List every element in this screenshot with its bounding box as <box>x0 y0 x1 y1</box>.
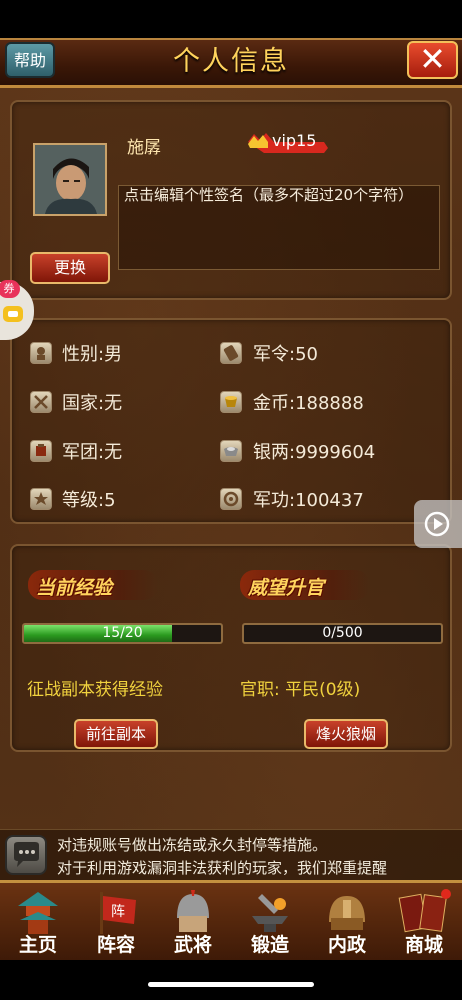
prestige-header: 威望升官 <box>248 577 325 599</box>
general-helmet-icon <box>165 888 221 936</box>
notice-line-2: 对于利用游戏漏洞非法获利的玩家，我们郑重提醒 <box>57 859 388 877</box>
player-name: 施孱 <box>127 138 161 158</box>
silver-icon <box>220 440 242 462</box>
help-button[interactable]: 帮助 <box>5 42 55 78</box>
chat-button[interactable] <box>5 835 47 875</box>
stat-nation-label: 国家:无 <box>62 393 123 414</box>
exp-progress-text: 15/20 <box>102 625 143 641</box>
gold-coin-icon <box>220 391 242 413</box>
battle-flag-icon: 阵 <box>88 888 144 936</box>
exp-hint: 征战副本获得经验 <box>27 680 163 700</box>
nav-shop[interactable]: 商城 <box>386 884 462 958</box>
stat-merit-label: 军功:100437 <box>253 490 364 511</box>
nav-lineup[interactable]: 阵 阵容 <box>78 884 154 958</box>
nation-icon <box>30 391 52 413</box>
level-star-icon <box>30 488 52 510</box>
notice-line-1: 对违规账号做出冻结或永久封停等措施。 <box>57 836 328 854</box>
stat-level-label: 等级:5 <box>62 490 116 511</box>
stat-gender-label: 性别:男 <box>62 344 123 365</box>
forge-anvil-icon <box>242 888 298 936</box>
go-dungeon-button[interactable]: 前往副本 <box>74 719 158 749</box>
nav-domestic-label: 内政 <box>327 934 366 956</box>
close-button[interactable]: ✕ <box>407 41 458 79</box>
nav-generals-label: 武将 <box>173 934 212 956</box>
home-indicator[interactable] <box>148 982 314 987</box>
coupon-badge: 券 <box>0 280 20 298</box>
army-order-icon <box>220 342 242 364</box>
stat-silver-label: 银两:9999604 <box>253 442 376 463</box>
nav-lineup-label: 阵容 <box>96 934 135 956</box>
legion-icon <box>30 440 52 462</box>
stat-legion-label: 军团:无 <box>62 442 123 463</box>
avatar[interactable] <box>33 143 107 216</box>
prestige-progress-bar: 0/500 <box>242 623 443 644</box>
nav-forge[interactable]: 锻造 <box>232 884 308 958</box>
exp-header: 当前经验 <box>36 577 113 599</box>
chat-bubble-icon <box>14 842 39 867</box>
nav-domestic[interactable]: 内政 <box>309 884 385 958</box>
beacon-fire-button[interactable]: 烽火狼烟 <box>304 719 388 749</box>
nav-generals[interactable]: 武将 <box>155 884 231 958</box>
nav-shop-label: 商城 <box>404 934 443 956</box>
floating-video-button[interactable] <box>414 500 462 548</box>
nav-forge-label: 锻造 <box>250 934 289 956</box>
play-circle-icon <box>424 511 450 537</box>
coupon-icon <box>3 306 23 322</box>
bronze-helmet-icon <box>319 888 375 936</box>
nav-home[interactable]: 主页 <box>0 884 76 958</box>
svg-text:阵: 阵 <box>111 904 125 920</box>
page-title: 个人信息 <box>173 46 289 77</box>
change-avatar-button[interactable]: 更换 <box>30 252 110 284</box>
gender-icon <box>30 342 52 364</box>
stat-gold-label: 金币:188888 <box>253 393 364 414</box>
prestige-progress-text: 0/500 <box>322 625 363 641</box>
pagoda-icon <box>10 888 66 936</box>
exp-progress-bar: 15/20 <box>22 623 223 644</box>
merit-icon <box>220 488 242 510</box>
vip-level-text: vip15 <box>272 131 317 150</box>
avatar-portrait-icon <box>35 145 105 214</box>
official-rank: 官职: 平民(0级) <box>240 680 361 700</box>
shop-cards-icon <box>396 888 452 936</box>
nav-home-label: 主页 <box>18 934 57 956</box>
signature-text[interactable]: 点击编辑个性签名（最多不超过20个字符） <box>124 185 434 205</box>
stat-army-order-label: 军令:50 <box>253 344 318 365</box>
